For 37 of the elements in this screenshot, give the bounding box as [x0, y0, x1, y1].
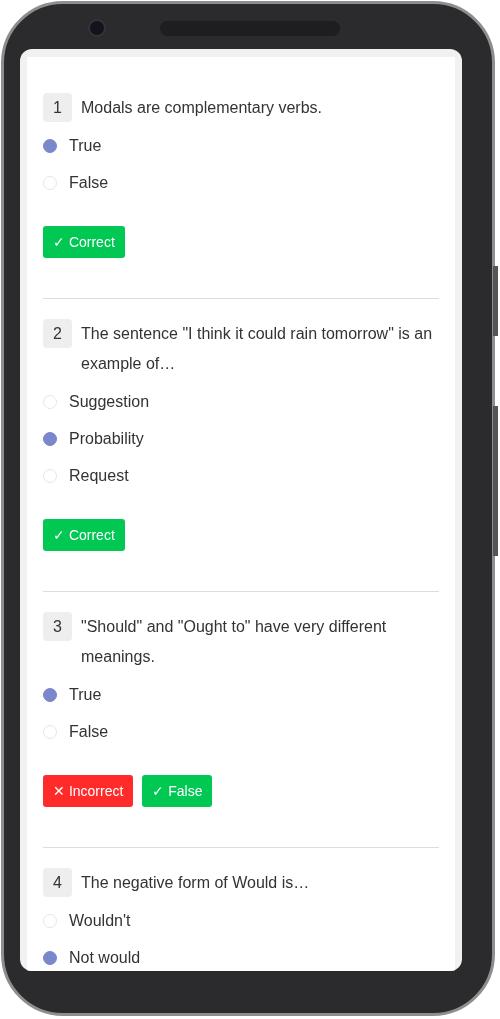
- option-label: Probability: [69, 429, 144, 448]
- radio-button[interactable]: [43, 431, 57, 446]
- result-badge: ✓ Correct: [43, 519, 125, 551]
- radio-button[interactable]: [43, 138, 57, 153]
- option-label: False: [69, 173, 109, 192]
- option-label: Request: [69, 466, 129, 485]
- option-label: Wouldn't: [69, 911, 131, 930]
- question-text: Modals are complementary verbs.: [81, 98, 323, 118]
- question-text: The sentence "I think it could rain tomorrow" is an example of…: [81, 324, 434, 374]
- option-label: Suggestion: [69, 392, 150, 411]
- answer-option[interactable]: True: [43, 676, 439, 713]
- radio-button[interactable]: [43, 950, 57, 965]
- radio-button[interactable]: [43, 687, 57, 702]
- answer-option[interactable]: Wouldn't: [43, 902, 439, 939]
- side-button[interactable]: [493, 266, 498, 336]
- side-button[interactable]: [493, 406, 498, 556]
- question-text: "Should" and "Ought to" have very different meanings.: [81, 617, 388, 667]
- option-label: True: [69, 136, 102, 155]
- result-badge: ✕ Incorrect: [43, 775, 134, 807]
- question-number: 1: [43, 93, 72, 122]
- camera-icon: [88, 19, 106, 37]
- answer-option[interactable]: False: [43, 713, 439, 750]
- question-text: The negative form of Would is…: [81, 873, 311, 893]
- option-label: Not would: [69, 948, 141, 967]
- option-label: True: [69, 685, 102, 704]
- answer-option[interactable]: False: [43, 164, 439, 201]
- answer-option[interactable]: True: [43, 127, 439, 164]
- answer-option[interactable]: Suggestion: [43, 383, 439, 420]
- answer-option[interactable]: Probability: [43, 420, 439, 457]
- option-label: False: [69, 722, 109, 741]
- question-number: 4: [43, 868, 72, 897]
- answer-option[interactable]: Not would: [43, 939, 439, 971]
- question-number: 3: [43, 612, 72, 641]
- question-number: 2: [43, 319, 72, 348]
- result-badge: ✓ False: [142, 775, 213, 807]
- answer-option[interactable]: Request: [43, 457, 439, 494]
- result-badge: ✓ Correct: [43, 226, 125, 258]
